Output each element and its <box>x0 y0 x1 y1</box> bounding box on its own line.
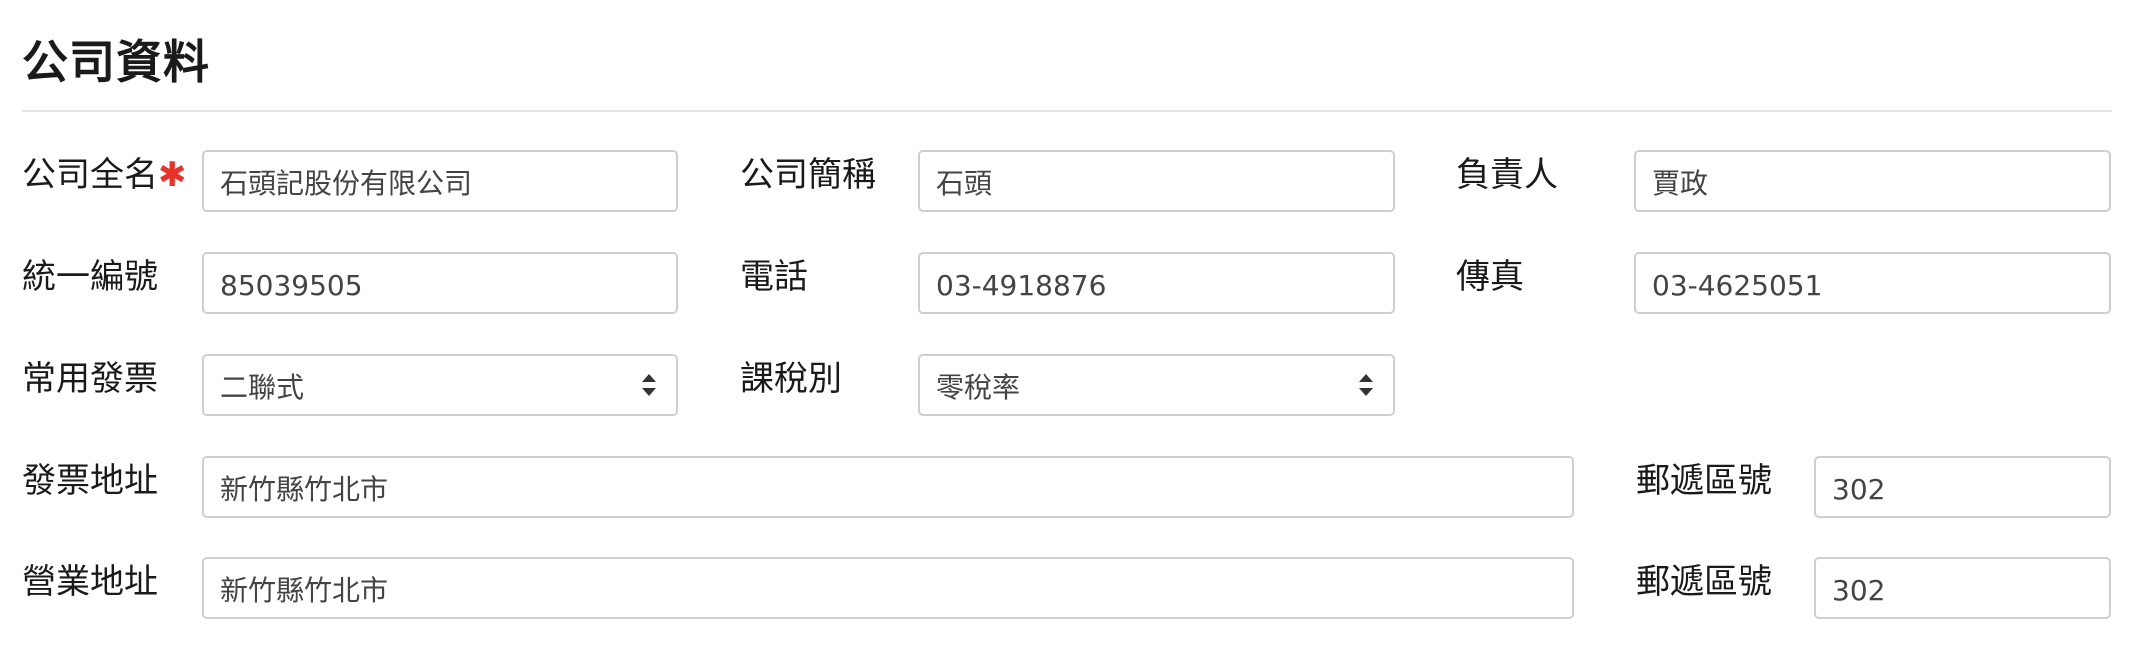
select-arrows-icon <box>1359 374 1373 396</box>
tax-id-label: 統一編號 <box>22 257 158 297</box>
fax-label: 傳真 <box>1456 257 1524 297</box>
business-zip-label: 郵遞區號 <box>1636 562 1772 602</box>
tax-category-label: 課稅別 <box>740 359 842 399</box>
invoice-zip-input[interactable]: 302 <box>1814 456 2111 518</box>
owner-input[interactable]: 賈政 <box>1634 150 2111 212</box>
invoice-type-select[interactable]: 二聯式 <box>202 354 678 416</box>
invoice-type-label: 常用發票 <box>22 359 158 399</box>
select-arrows-icon <box>642 374 656 396</box>
business-address-label: 營業地址 <box>22 562 158 602</box>
required-asterisk-icon: ✱ <box>158 155 187 195</box>
tax-category-select[interactable]: 零稅率 <box>918 354 1395 416</box>
business-address-input[interactable]: 新竹縣竹北市 <box>202 557 1574 619</box>
tax-id-input[interactable]: 85039505 <box>202 252 678 314</box>
title-divider <box>22 110 2112 112</box>
page-title: 公司資料 <box>22 35 210 89</box>
phone-input[interactable]: 03-4918876 <box>918 252 1395 314</box>
invoice-type-selected-value: 二聯式 <box>220 371 305 404</box>
full-name-input[interactable]: 石頭記股份有限公司 <box>202 150 678 212</box>
full-name-label: 公司全名✱ <box>22 155 187 195</box>
business-zip-input[interactable]: 302 <box>1814 557 2111 619</box>
full-name-label-text: 公司全名 <box>22 155 158 195</box>
owner-label: 負責人 <box>1456 155 1558 195</box>
invoice-zip-label: 郵遞區號 <box>1636 461 1772 501</box>
short-name-input[interactable]: 石頭 <box>918 150 1395 212</box>
phone-label: 電話 <box>740 257 808 297</box>
short-name-label: 公司簡稱 <box>740 155 876 195</box>
fax-input[interactable]: 03-4625051 <box>1634 252 2111 314</box>
invoice-address-input[interactable]: 新竹縣竹北市 <box>202 456 1574 518</box>
invoice-address-label: 發票地址 <box>22 461 158 501</box>
tax-category-selected-value: 零稅率 <box>936 371 1021 404</box>
